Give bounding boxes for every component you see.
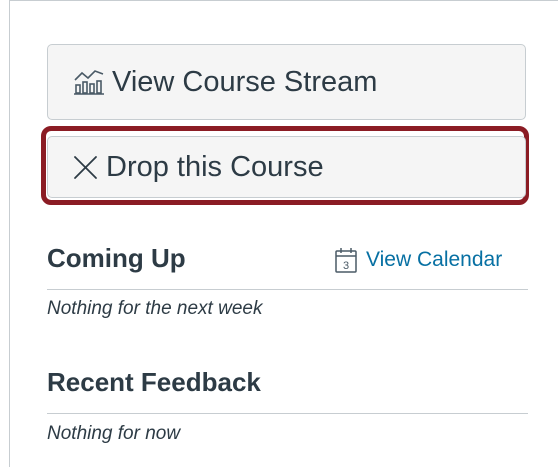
stream-chart-icon [72,68,106,96]
recent-feedback-empty-message: Nothing for now [47,423,181,444]
course-sidebar: View Course Stream Drop this Course Comi… [0,0,558,467]
sidebar-left-border [9,0,10,467]
coming-up-heading: Coming Up [47,243,186,273]
view-calendar-label: View Calendar [366,248,503,271]
drop-course-label: Drop this Course [106,150,324,183]
drop-course-button[interactable]: Drop this Course [47,136,526,198]
sidebar-top-border [9,0,558,1]
calendar-icon: 3 [334,246,358,274]
coming-up-divider [47,289,528,290]
close-icon [70,152,100,182]
recent-feedback-divider [47,413,528,414]
view-course-stream-button[interactable]: View Course Stream [47,44,526,120]
coming-up-empty-message: Nothing for the next week [47,298,263,319]
view-calendar-link[interactable]: 3 View Calendar [334,246,502,274]
view-course-stream-label: View Course Stream [112,65,378,98]
recent-feedback-heading: Recent Feedback [47,367,261,397]
calendar-icon-day: 3 [343,260,349,272]
